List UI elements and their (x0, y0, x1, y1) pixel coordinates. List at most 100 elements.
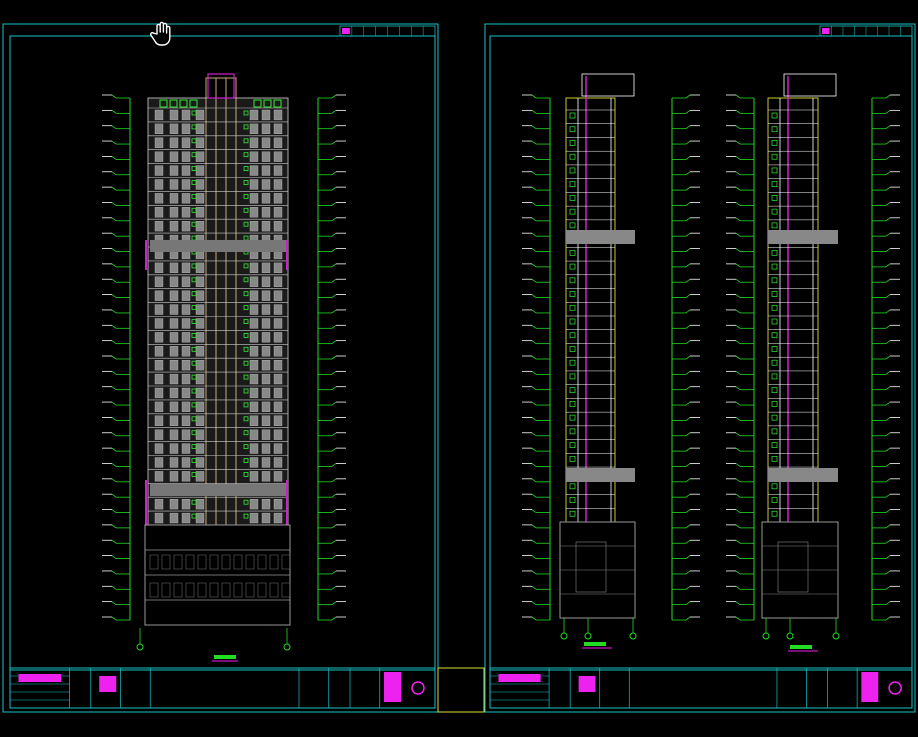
gray-band (150, 240, 286, 252)
window (195, 415, 205, 426)
window (181, 165, 191, 176)
window (181, 443, 191, 454)
window (195, 471, 205, 482)
window (181, 123, 191, 135)
window (195, 387, 205, 399)
window (195, 193, 205, 204)
title-block-fill (861, 672, 879, 702)
window (169, 165, 179, 176)
window (261, 332, 271, 343)
window (169, 401, 179, 412)
window (249, 207, 259, 218)
window (181, 512, 191, 524)
window (249, 499, 259, 510)
window (154, 193, 164, 204)
window (195, 109, 205, 121)
window (249, 318, 259, 329)
window (195, 290, 205, 301)
window (181, 401, 191, 412)
window (249, 457, 259, 468)
window (154, 318, 164, 329)
window (261, 512, 271, 524)
window (249, 415, 259, 426)
window (273, 151, 283, 162)
window (261, 373, 271, 385)
window (195, 262, 205, 273)
window (249, 346, 259, 357)
window (195, 443, 205, 454)
caption-mark (790, 645, 812, 649)
window (273, 512, 283, 524)
window (249, 290, 259, 301)
window (273, 360, 283, 371)
window (195, 220, 205, 232)
window (195, 304, 205, 315)
window (169, 151, 179, 162)
window (181, 471, 191, 482)
window (181, 318, 191, 329)
window (195, 429, 205, 440)
window (261, 304, 271, 315)
window (169, 429, 179, 440)
window (261, 499, 271, 510)
cad-drawing-canvas[interactable] (0, 0, 918, 737)
window (169, 220, 179, 232)
window (169, 387, 179, 399)
window (249, 360, 259, 371)
window (249, 429, 259, 440)
window (273, 373, 283, 385)
window (261, 193, 271, 204)
window (181, 290, 191, 301)
title-block-fill (99, 676, 117, 692)
window (195, 276, 205, 287)
window (273, 499, 283, 510)
window (249, 137, 259, 148)
window (154, 387, 164, 399)
window (261, 262, 271, 273)
window (195, 401, 205, 412)
window (261, 207, 271, 218)
window (169, 137, 179, 148)
window (261, 276, 271, 287)
window (181, 415, 191, 426)
window (154, 346, 164, 357)
window (181, 179, 191, 190)
window (169, 109, 179, 121)
window (181, 304, 191, 315)
window (249, 512, 259, 524)
window (195, 207, 205, 218)
window (154, 332, 164, 343)
window (261, 179, 271, 190)
window (273, 346, 283, 357)
window (154, 471, 164, 482)
gray-band (768, 468, 838, 482)
window (261, 165, 271, 176)
window (169, 360, 179, 371)
window (154, 165, 164, 176)
window (169, 443, 179, 454)
window (261, 137, 271, 148)
window (169, 373, 179, 385)
window (154, 360, 164, 371)
window (249, 387, 259, 399)
window (261, 457, 271, 468)
window (154, 443, 164, 454)
window (195, 512, 205, 524)
window (249, 471, 259, 482)
window (195, 457, 205, 468)
window (195, 179, 205, 190)
window (154, 512, 164, 524)
window (195, 137, 205, 148)
window (249, 193, 259, 204)
window (249, 220, 259, 232)
window (195, 151, 205, 162)
window (169, 415, 179, 426)
title-block-fill (18, 674, 61, 682)
window (154, 373, 164, 385)
window (261, 123, 271, 135)
window (154, 415, 164, 426)
window (273, 137, 283, 148)
window (154, 179, 164, 190)
window (169, 179, 179, 190)
window (195, 499, 205, 510)
